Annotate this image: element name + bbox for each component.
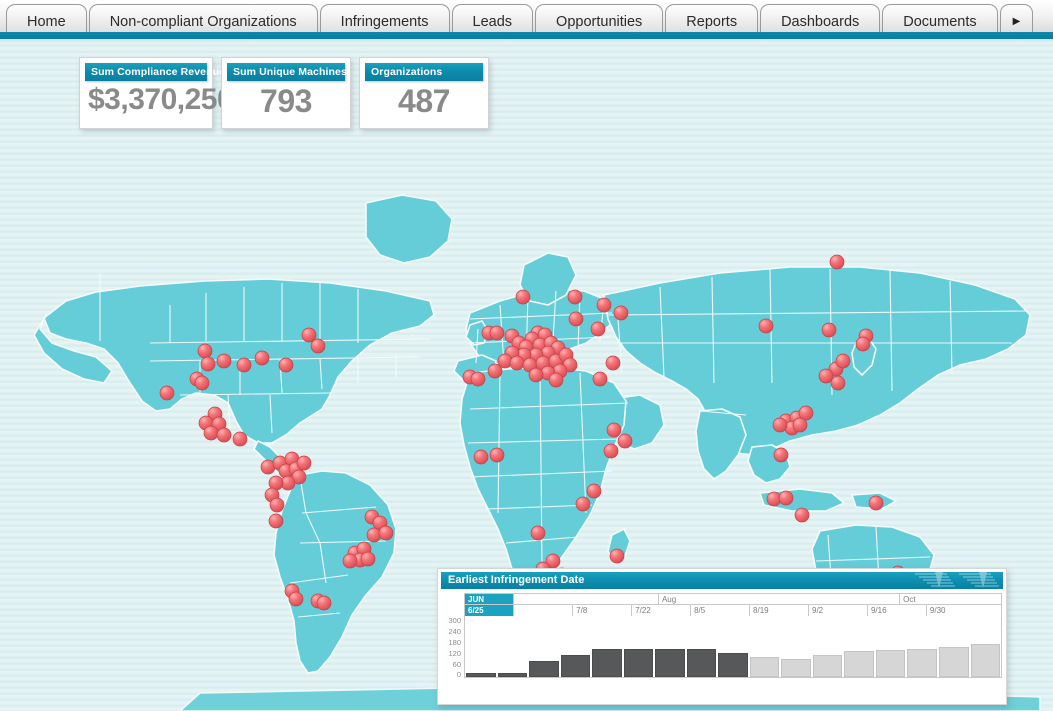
y-tick-label: 120 xyxy=(448,649,461,658)
tab-label: Home xyxy=(27,14,66,30)
chart-bar[interactable] xyxy=(938,646,969,677)
axis-tick-cell: 7/8 xyxy=(572,605,631,616)
chart-bar[interactable] xyxy=(970,643,1001,677)
chart-panel-title: Earliest Infringement Date xyxy=(448,574,585,586)
chart-bar[interactable] xyxy=(655,649,685,677)
chart-date-axis: JUN Aug Oct 6/25 7/8 7/22 8/5 8/19 9/2 9… xyxy=(464,593,1002,616)
global-nav-tabbar: Home Non-compliant Organizations Infring… xyxy=(0,0,1053,39)
metric-card-value: 487 xyxy=(398,83,450,119)
chart-panel-header: Earliest Infringement Date xyxy=(441,572,1003,589)
chart-bar[interactable] xyxy=(466,673,496,677)
axis-tick-cell: 9/16 xyxy=(866,605,926,616)
earliest-infringement-date-panel[interactable]: Earliest Infringement Date JUN Aug Oct 6… xyxy=(437,568,1007,705)
chart-body: JUN Aug Oct 6/25 7/8 7/22 8/5 8/19 9/2 9… xyxy=(438,589,1006,681)
tab-label: Non-compliant Organizations xyxy=(109,14,297,30)
axis-tick-cell: 8/19 xyxy=(749,605,808,616)
axis-month-row: JUN Aug Oct xyxy=(465,594,1001,605)
chart-bar[interactable] xyxy=(749,657,780,677)
chart-bar[interactable] xyxy=(781,658,811,677)
metric-card-title: Sum Unique Machines xyxy=(227,63,347,81)
axis-month-cell: Aug xyxy=(657,594,899,604)
axis-tick-cell: 9/2 xyxy=(808,605,867,616)
metric-card-row: Sum Compliance Revenue $3,370,250 Sum Un… xyxy=(79,57,489,129)
chart-bar[interactable] xyxy=(686,649,717,677)
axis-month-cell xyxy=(513,594,658,604)
chart-bar[interactable] xyxy=(529,661,559,677)
chart-bar[interactable] xyxy=(592,649,622,677)
tab-label: Infringements xyxy=(340,14,429,30)
chart-bar[interactable] xyxy=(812,654,843,677)
metric-card-value: 793 xyxy=(260,83,312,119)
axis-month-cell: JUN xyxy=(465,594,514,604)
chart-bar[interactable] xyxy=(623,649,654,677)
y-tick-label: 300 xyxy=(448,616,461,625)
tab-label: Opportunities xyxy=(556,14,643,30)
dashboard-page: Sum Compliance Revenue $3,370,250 Sum Un… xyxy=(0,43,1053,711)
y-tick-label: 60 xyxy=(452,660,461,669)
chart-plot-area: 300 240 180 120 60 0 xyxy=(442,616,1002,678)
axis-tick-row: 6/25 7/8 7/22 8/5 8/19 9/2 9/16 9/30 xyxy=(465,605,1001,616)
axis-month-cell: Oct xyxy=(899,594,1001,604)
chart-bar[interactable] xyxy=(875,650,906,677)
chart-bar[interactable] xyxy=(907,648,937,677)
axis-tick-cell: 8/5 xyxy=(690,605,749,616)
metric-card-title: Sum Compliance Revenue xyxy=(85,63,225,81)
axis-tick-cell: 6/25 xyxy=(465,605,514,616)
metric-card-sum-compliance-revenue[interactable]: Sum Compliance Revenue $3,370,250 xyxy=(79,57,234,129)
y-tick-label: 180 xyxy=(448,638,461,647)
axis-tick-cell xyxy=(513,605,572,616)
metric-card-value: $3,370,250 xyxy=(88,83,234,116)
tab-label: Leads xyxy=(472,14,513,30)
y-tick-label: 240 xyxy=(448,627,461,636)
chart-bar[interactable] xyxy=(497,673,528,677)
chart-y-axis: 300 240 180 120 60 0 xyxy=(442,616,463,679)
axis-tick-cell: 7/22 xyxy=(631,605,690,616)
chart-bar[interactable] xyxy=(560,655,591,677)
nav-accent-bar xyxy=(0,32,1053,39)
tab-label: Dashboards xyxy=(781,14,860,30)
metric-card-organizations[interactable]: Organizations 487 xyxy=(359,57,489,129)
tab-label: Reports xyxy=(686,14,738,30)
chart-bar[interactable] xyxy=(718,653,748,677)
metric-card-title: Organizations xyxy=(365,63,483,81)
axis-tick-cell: 9/30 xyxy=(925,605,1001,616)
chart-bars[interactable] xyxy=(464,616,1002,678)
y-tick-label: 0 xyxy=(456,670,461,679)
tab-label: Documents xyxy=(903,14,977,30)
chart-bar[interactable] xyxy=(844,650,874,677)
panel-decoration-icon xyxy=(915,572,999,588)
metric-card-sum-unique-machines[interactable]: Sum Unique Machines 793 xyxy=(221,57,351,129)
